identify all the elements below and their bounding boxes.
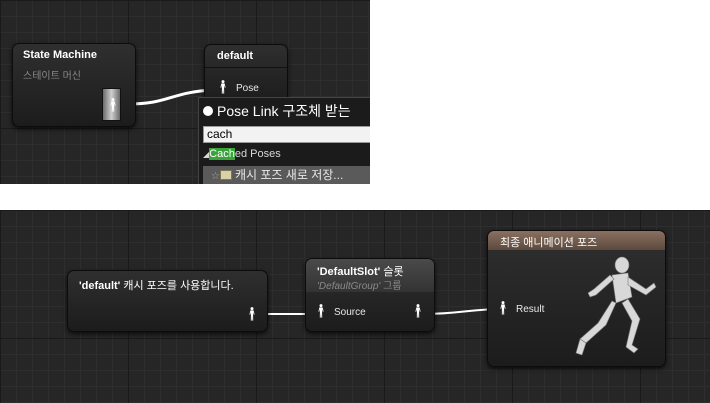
pose-node-icon (219, 170, 232, 180)
pin-label-result: Result (516, 304, 545, 315)
node-subtitle: 스테이트 머신 (23, 71, 81, 82)
context-menu: Pose Link 구조체 받는 cach ◢Cached Poses ☆ 캐시 … (198, 97, 370, 184)
state-machine-output-pin[interactable] (102, 88, 121, 121)
pose-pin-icon[interactable] (219, 80, 227, 94)
node-subtitle: 'DefaultGroup' 그룹 (317, 281, 402, 292)
anim-graph-top[interactable]: State Machine 스테이트 머신 default Pose Pose … (0, 0, 370, 184)
pose-output-pin-icon[interactable] (414, 304, 422, 318)
pin-label-source: Source (334, 307, 366, 318)
context-menu-title: Pose Link 구조체 받는 (203, 101, 351, 121)
node-title: 'default' 캐시 포즈를 사용합니다. (79, 280, 234, 292)
source-pin-icon[interactable] (317, 304, 325, 318)
default-output-node[interactable]: default Pose (204, 44, 288, 104)
star-icon: ☆ (211, 171, 220, 182)
node-title: State Machine (23, 49, 97, 61)
result-pin-icon[interactable] (499, 301, 507, 315)
node-title: 최종 애니메이션 포즈 (500, 237, 598, 249)
final-animation-pose-node[interactable]: 최종 애니메이션 포즈 Result (487, 230, 666, 367)
state-machine-node[interactable]: State Machine 스테이트 머신 (12, 43, 136, 127)
pose-output-pin-icon[interactable] (248, 307, 256, 321)
default-slot-node[interactable]: 'DefaultSlot' 슬롯 'DefaultGroup' 그룹 Sourc… (305, 258, 435, 332)
menu-item-new-cached-pose[interactable]: ☆ 캐시 포즈 새로 저장... (203, 166, 370, 184)
pose-pin-icon (109, 97, 117, 113)
running-mannequin-icon (575, 256, 657, 356)
pin-label-pose: Pose (236, 83, 259, 94)
node-title: default (217, 50, 254, 62)
struct-dot-icon (203, 106, 213, 116)
use-cached-pose-node[interactable]: 'default' 캐시 포즈를 사용합니다. (67, 270, 268, 332)
context-search-input[interactable]: cach (203, 126, 370, 143)
category-cached-poses[interactable]: ◢Cached Poses (203, 148, 281, 160)
anim-graph-bottom[interactable]: 'default' 캐시 포즈를 사용합니다. 'DefaultSlot' 슬롯… (0, 210, 710, 403)
